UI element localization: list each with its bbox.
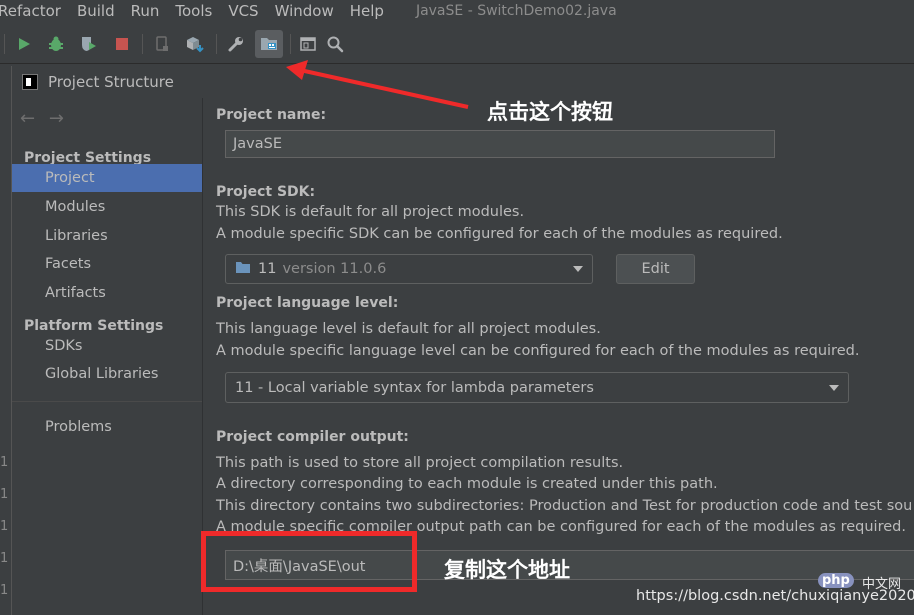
php-logo: php bbox=[818, 573, 854, 588]
annotation-copy-address: 复制这个地址 bbox=[444, 558, 570, 582]
annotation-arrow bbox=[286, 60, 469, 109]
annotation-highlight-box bbox=[201, 531, 417, 592]
url-watermark: https://blog.csdn.net/chuxiqianye2020 bbox=[636, 588, 914, 604]
annotation-click-button: 点击这个按钮 bbox=[487, 100, 613, 124]
